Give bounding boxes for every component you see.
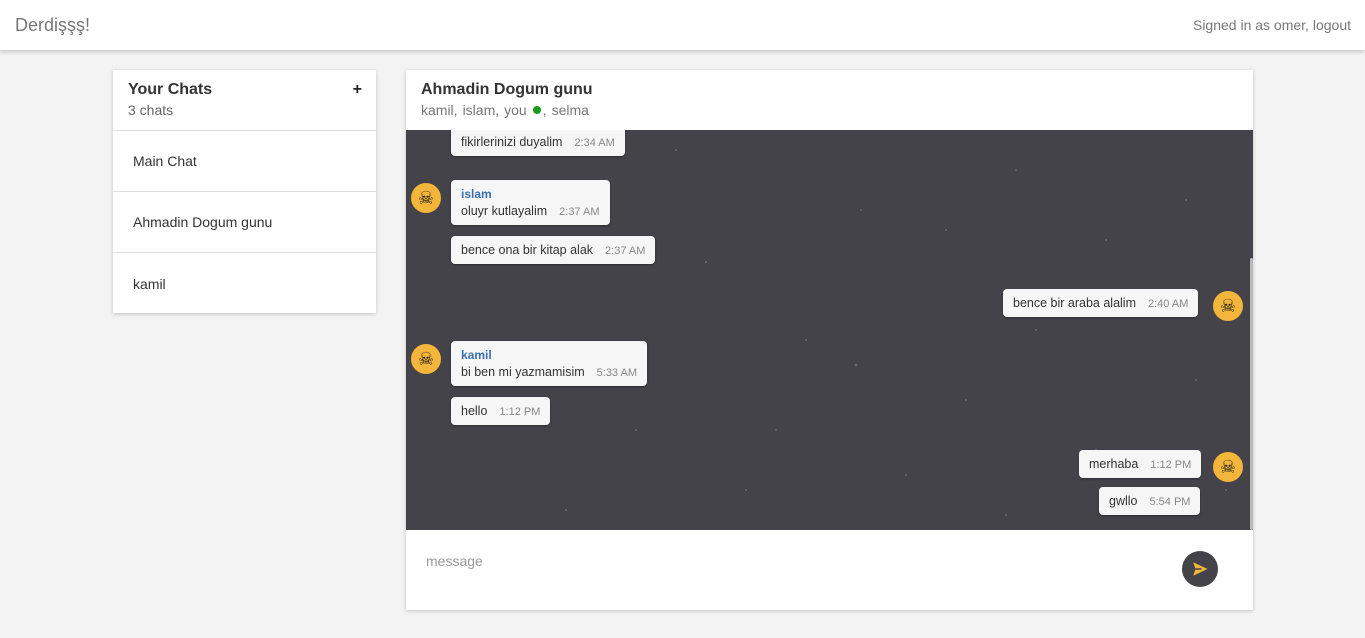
message-bubble: islam oluyr kutlayalim 2:37 AM [451,180,610,225]
skull-icon[interactable]: ☠ [1213,291,1243,321]
message-bubble: fikirlerinizi duyalim 2:34 AM [451,130,625,156]
message-text: gwllo [1109,494,1138,508]
message-bubble: hello 1:12 PM [451,397,551,425]
signed-in-status: Signed in as omer, logout [1193,17,1351,33]
message-time: 2:40 AM [1148,298,1189,310]
member-name: you [504,102,527,118]
chat-item-main-chat[interactable]: Main Chat [113,131,376,192]
message-bubble: bence bir araba alalim 2:40 AM [1003,289,1199,317]
message-text: hello [461,404,488,418]
skull-icon[interactable]: ☠ [1213,452,1243,482]
message-scrollbar[interactable] [1250,258,1253,530]
member-name: kamil [421,102,454,118]
logout-link[interactable]: logout [1313,17,1351,33]
skull-icon[interactable]: ☠ [411,183,441,213]
message-text: bence ona bir kitap alak [461,243,594,257]
top-bar: Derdişşş! Signed in as omer, logout [0,0,1365,50]
chats-title: Your Chats [128,81,213,98]
message-sender[interactable]: islam [461,187,600,201]
message-time: 5:54 PM [1149,496,1191,508]
member-name: islam [462,102,496,118]
send-icon [1193,562,1208,576]
add-chat-button[interactable]: + [353,81,362,99]
message-time: 2:37 AM [559,206,600,218]
message-text: fikirlerinizi duyalim [461,135,563,149]
member-name: selma [551,102,589,118]
chats-count: 3 chats [128,102,174,118]
message-time: 2:34 AM [574,137,615,149]
online-status-icon [532,106,541,114]
message-list[interactable]: fikirlerinizi duyalim 2:34 AM ☠ islam olu… [406,130,1253,530]
member-list: kamil, islam, you , selma [421,102,589,118]
chats-header: Your Chats 3 chats + [113,70,376,131]
message-input[interactable] [426,550,1166,572]
message-composer [406,530,1253,610]
message-bubble: merhaba 1:12 PM [1079,450,1202,478]
message-bubble: bence ona bir kitap alak 2:37 AM [451,236,656,264]
chats-panel: Your Chats 3 chats + Main Chat Ahmadin D… [113,70,376,313]
conversation-header: Ahmadin Dogum gunu kamil, islam, you , s… [406,70,1253,130]
app-brand[interactable]: Derdişşş! [15,15,90,36]
send-button[interactable] [1182,551,1218,587]
message-text: oluyr kutlayalim [461,204,548,218]
message-text: bi ben mi yazmamisim [461,365,585,379]
conversation-title: Ahmadin Dogum gunu [421,81,593,98]
message-time: 1:12 PM [499,406,541,418]
chat-item-ahmadin-dogum-gunu[interactable]: Ahmadin Dogum gunu [113,192,376,253]
message-bubble: kamil bi ben mi yazmamisim 5:33 AM [451,341,647,386]
conversation-panel: Ahmadin Dogum gunu kamil, islam, you , s… [406,70,1253,610]
message-sender[interactable]: kamil [461,348,637,362]
skull-icon[interactable]: ☠ [411,344,441,374]
message-time: 2:37 AM [605,245,646,257]
signed-in-text: Signed in as omer, [1192,17,1309,33]
message-text: merhaba [1089,457,1139,471]
message-time: 5:33 AM [596,367,637,379]
message-bubble: gwllo 5:54 PM [1099,487,1201,515]
chat-item-kamil[interactable]: kamil [113,253,376,314]
message-time: 1:12 PM [1150,459,1192,471]
message-text: bence bir araba alalim [1013,296,1136,310]
